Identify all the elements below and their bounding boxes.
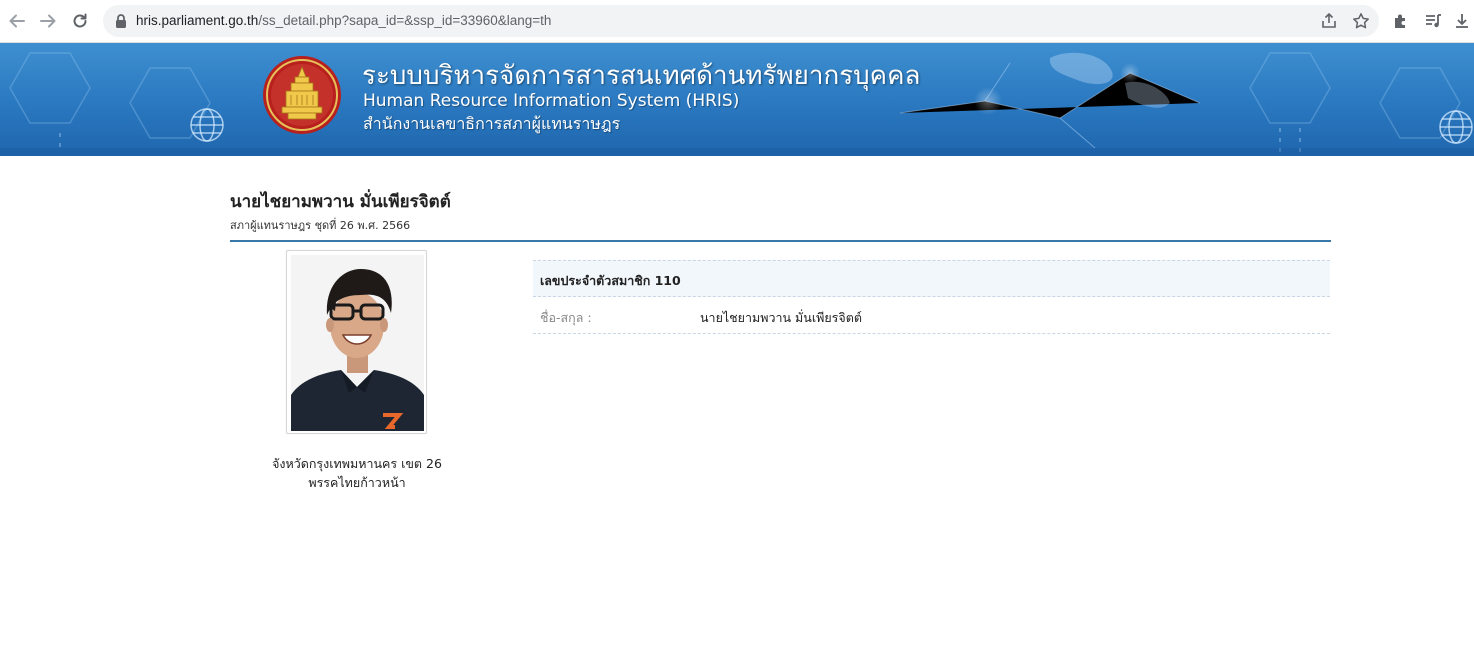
constituency: จังหวัดกรุงเทพมหานคร เขต 26 [272,456,442,471]
lock-icon[interactable] [114,13,128,33]
parliament-emblem [263,56,341,134]
member-photo [286,250,427,434]
hris-banner: ระบบบริหารจัดการสารสนเทศด้านทรัพยากรบุคค… [0,43,1474,156]
url-text[interactable]: hris.parliament.go.th/ss_detail.php?sapa… [136,5,551,37]
party-name: พรรคไทยก้าวหน้า [308,475,406,490]
banner-organization: สำนักงานเลขาธิการสภาผู้แทนราษฎร [363,114,621,133]
address-bar[interactable]: hris.parliament.go.th/ss_detail.php?sapa… [103,5,1379,37]
forward-arrow-icon[interactable] [36,9,60,33]
extensions-icon[interactable] [1391,11,1411,31]
share-icon[interactable] [1319,11,1339,31]
banner-title-thai: ระบบบริหารจัดการสารสนเทศด้านทรัพยากรบุคค… [362,61,921,91]
full-name-value: นายไชยามพวาน มั่นเพียรจิตต์ [700,310,862,325]
media-queue-icon[interactable] [1423,11,1443,31]
full-name-label: ชื่อ-สกุล : [540,310,592,325]
table-row: ชื่อ-สกุล : นายไชยามพวาน มั่นเพียรจิตต์ [533,297,1330,334]
url-path: /ss_detail.php?sapa_id=&ssp_id=33960&lan… [258,13,552,28]
member-name-heading: นายไชยามพวาน มั่นเพียรจิตต์ [230,192,451,212]
parliament-term: สภาผู้แทนราษฎร ชุดที่ 26 พ.ศ. 2566 [230,219,411,232]
member-id-row: เลขประจำตัวสมาชิก 110 [533,260,1330,297]
reload-icon[interactable] [68,9,92,33]
download-icon[interactable] [1452,11,1472,31]
heading-divider [230,240,1331,242]
member-id-label: เลขประจำตัวสมาชิก 110 [540,273,681,288]
browser-toolbar: hris.parliament.go.th/ss_detail.php?sapa… [0,0,1474,43]
star-icon[interactable] [1351,11,1371,31]
url-host: hris.parliament.go.th [136,13,259,28]
banner-title-english: Human Resource Information System (HRIS) [363,91,740,111]
member-photo-image [291,255,424,431]
back-arrow-icon[interactable] [5,9,29,33]
